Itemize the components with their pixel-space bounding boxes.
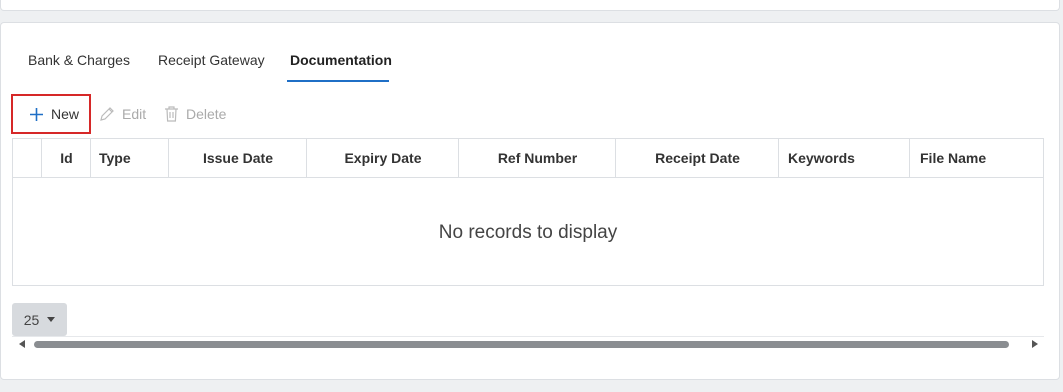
column-header-ref-number[interactable]: Ref Number — [458, 139, 616, 177]
select-column-header[interactable] — [13, 139, 41, 177]
new-button[interactable]: New — [11, 94, 91, 134]
edit-button-label: Edit — [122, 106, 147, 122]
delete-button[interactable]: Delete — [164, 94, 226, 134]
plus-icon — [29, 107, 44, 122]
edit-button[interactable]: Edit — [99, 94, 146, 134]
delete-button-label: Delete — [186, 106, 227, 122]
column-header-issue-date[interactable]: Issue Date — [168, 139, 307, 177]
documents-grid: Id Type Issue Date Expiry Date Ref Numbe… — [12, 138, 1044, 286]
new-button-label: New — [51, 106, 80, 122]
grid-header: Id Type Issue Date Expiry Date Ref Numbe… — [13, 139, 1043, 178]
column-header-file-name[interactable]: File Name — [909, 139, 1043, 177]
scroll-right-arrow-icon[interactable] — [1032, 340, 1038, 348]
active-tab-indicator — [287, 80, 389, 82]
page-size-value: 25 — [23, 311, 40, 328]
tab-bank-charges[interactable]: Bank & Charges — [28, 52, 130, 68]
scrollbar-thumb[interactable] — [34, 341, 1009, 348]
pencil-icon — [99, 106, 115, 122]
column-header-id[interactable]: Id — [41, 139, 91, 177]
column-header-receipt-date[interactable]: Receipt Date — [615, 139, 779, 177]
column-header-keywords[interactable]: Keywords — [778, 139, 910, 177]
horizontal-scrollbar[interactable] — [12, 336, 1044, 351]
top-panel — [0, 0, 1060, 11]
trash-icon — [164, 106, 179, 122]
column-header-type[interactable]: Type — [90, 139, 169, 177]
caret-down-icon — [47, 317, 56, 322]
scroll-left-arrow-icon[interactable] — [19, 340, 25, 348]
column-header-expiry-date[interactable]: Expiry Date — [306, 139, 459, 177]
empty-grid-message: No records to display — [438, 222, 618, 243]
tab-documentation[interactable]: Documentation — [290, 52, 392, 68]
tab-receipt-gateway[interactable]: Receipt Gateway — [158, 52, 265, 68]
page-size-dropdown[interactable]: 25 — [12, 303, 67, 336]
